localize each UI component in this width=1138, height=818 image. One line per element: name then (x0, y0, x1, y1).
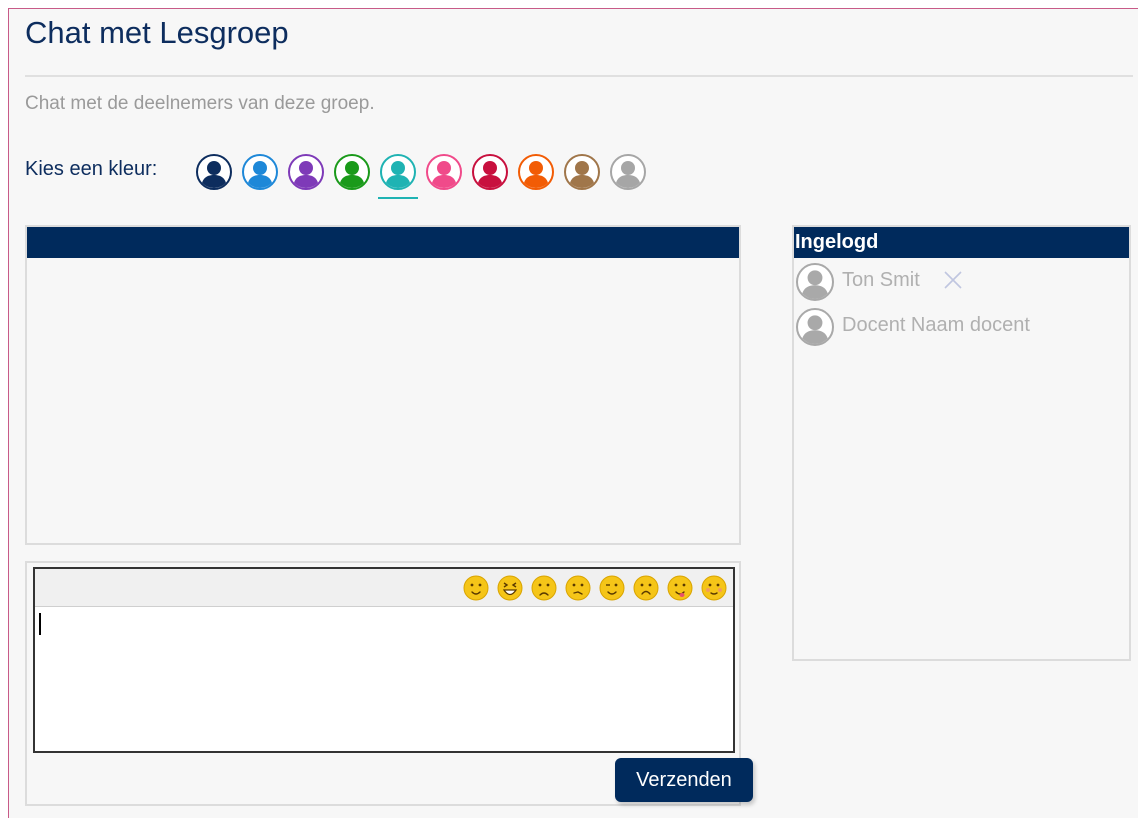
laugh-emoji-icon[interactable] (497, 575, 523, 601)
text-caret (39, 613, 41, 635)
color-swatch-gray[interactable] (610, 154, 646, 190)
color-swatch-blue[interactable] (242, 154, 278, 190)
selected-color-indicator (378, 197, 418, 199)
color-picker-label: Kies een kleur: (25, 158, 158, 180)
chat-messages-panel (25, 225, 741, 545)
person-icon (339, 161, 365, 188)
color-swatch-brown[interactable] (564, 154, 600, 190)
online-user-row: Ton Smit (796, 263, 1126, 303)
color-swatch-navy[interactable] (196, 154, 232, 190)
message-editor (33, 567, 735, 753)
user-name: Docent Naam docent (842, 314, 1030, 336)
user-avatar (796, 263, 834, 301)
person-icon (615, 161, 641, 188)
smile-emoji-icon[interactable] (463, 575, 489, 601)
online-user-row: Docent Naam docent (796, 308, 1126, 348)
surprised-emoji-icon[interactable] (633, 575, 659, 601)
send-button[interactable]: Verzenden (615, 758, 753, 802)
person-icon (801, 315, 829, 344)
person-icon (201, 161, 227, 188)
sad-emoji-icon[interactable] (531, 575, 557, 601)
remove-user-icon[interactable] (942, 269, 964, 291)
color-swatch-purple[interactable] (288, 154, 324, 190)
color-swatch-pink[interactable] (426, 154, 462, 190)
color-swatch-teal[interactable] (380, 154, 416, 190)
person-icon (293, 161, 319, 188)
person-icon (247, 161, 273, 188)
online-users-header: Ingelogd (794, 227, 1129, 258)
emoji-toolbar (35, 569, 733, 607)
color-swatch-crimson[interactable] (472, 154, 508, 190)
person-icon (569, 161, 595, 188)
chat-header-bar (27, 227, 739, 258)
message-input[interactable] (35, 607, 733, 751)
person-icon (477, 161, 503, 188)
person-icon (523, 161, 549, 188)
person-icon (385, 161, 411, 188)
user-avatar (796, 308, 834, 346)
blush-emoji-icon[interactable] (701, 575, 727, 601)
title-divider (25, 75, 1133, 77)
confused-emoji-icon[interactable] (565, 575, 591, 601)
page-subtitle: Chat met de deelnemers van deze groep. (25, 93, 375, 114)
compose-panel: Verzenden (25, 561, 753, 806)
person-icon (431, 161, 457, 188)
color-swatch-orange[interactable] (518, 154, 554, 190)
wink-emoji-icon[interactable] (599, 575, 625, 601)
page-title: Chat met Lesgroep (25, 15, 289, 50)
person-icon (801, 270, 829, 299)
online-users-panel: Ingelogd Ton Smit Docent Naam docent (792, 225, 1131, 661)
page-container: Chat met Lesgroep Chat met de deelnemers… (8, 8, 1138, 818)
color-swatch-green[interactable] (334, 154, 370, 190)
tongue-emoji-icon[interactable] (667, 575, 693, 601)
user-name: Ton Smit (842, 269, 920, 291)
